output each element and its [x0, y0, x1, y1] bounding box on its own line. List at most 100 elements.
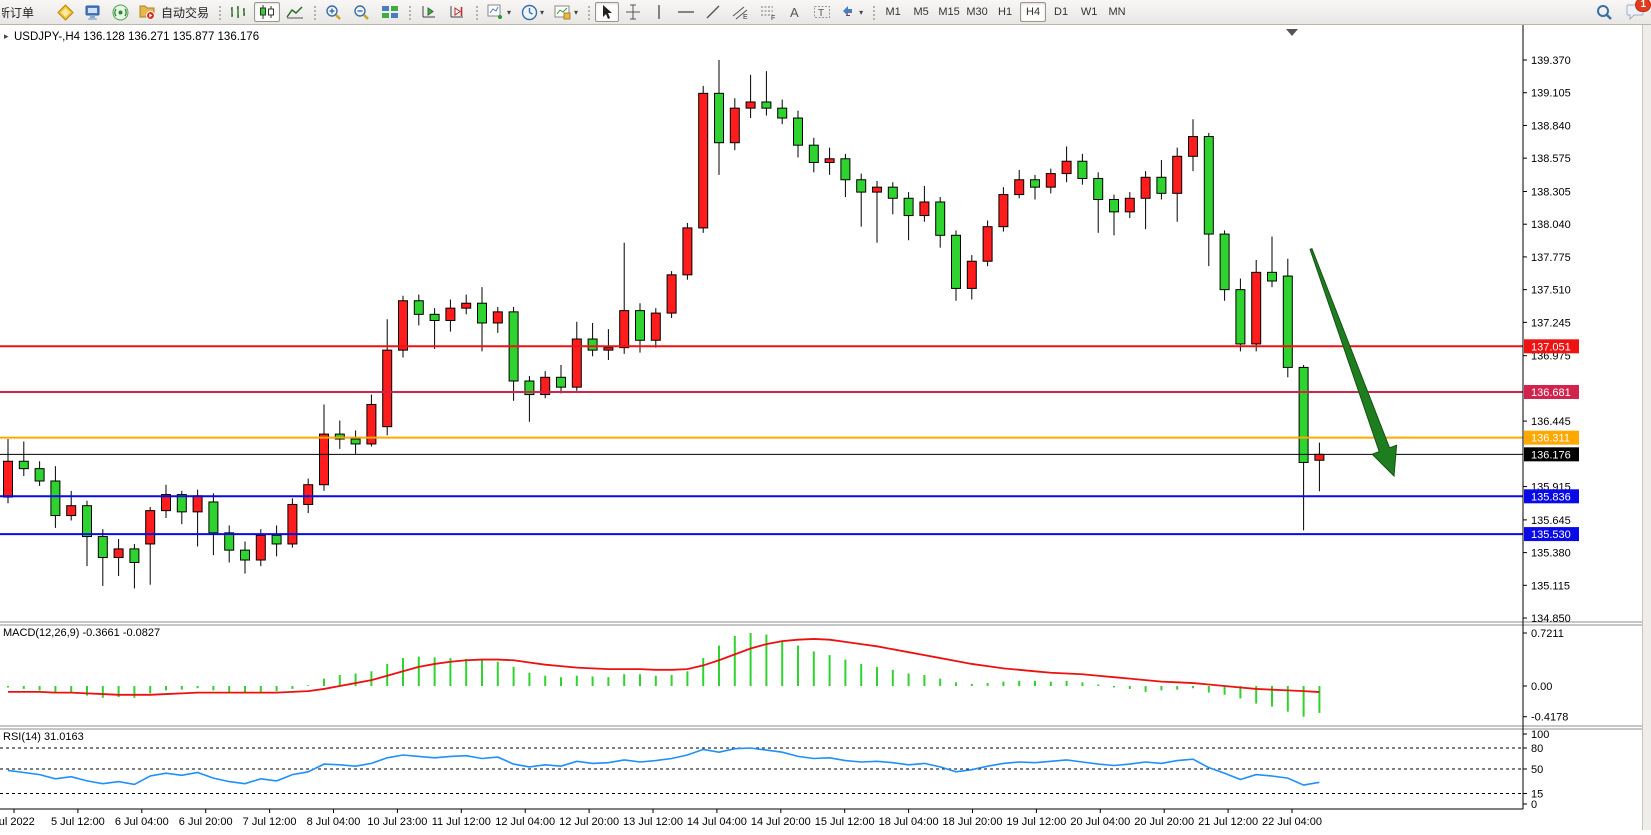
metaeditor-button[interactable] — [80, 2, 106, 22]
auto-scroll-icon — [420, 4, 438, 20]
notification-count-badge: 1 — [1635, 0, 1651, 12]
gold-gem-icon — [57, 4, 74, 21]
auto-trading-label: 自动交易 — [161, 4, 209, 21]
periods-button[interactable]: ▾ — [517, 2, 548, 22]
candle — [1236, 279, 1245, 352]
timeframe-h1[interactable]: H1 — [992, 2, 1018, 22]
toolbar-grip[interactable] — [217, 4, 222, 20]
text-button[interactable]: A — [783, 2, 807, 22]
candlestick-chart-button[interactable] — [254, 2, 280, 22]
drawing-tools-group: E F A T ▾ — [594, 0, 868, 24]
arrows-button[interactable]: ▾ — [837, 2, 867, 22]
trendline-button[interactable] — [701, 2, 725, 22]
crosshair-button[interactable] — [621, 2, 645, 22]
time-tick-label: 12 Jul 20:00 — [559, 816, 619, 828]
dropdown-arrow-icon: ▾ — [859, 8, 863, 17]
candle — [683, 223, 692, 280]
symbol-marker-icon: ▸ — [4, 31, 9, 41]
time-tick-label: 22 Jul 04:00 — [1262, 816, 1322, 828]
toolbar-grip[interactable] — [407, 4, 412, 20]
fibonacci-icon: F — [759, 4, 777, 20]
time-tick-label: 21 Jul 12:00 — [1198, 816, 1258, 828]
tile-windows-button[interactable] — [377, 2, 403, 22]
text-label-button[interactable]: T — [809, 2, 835, 22]
price-badge-label: 137.051 — [1531, 341, 1571, 353]
horizontal-line-button[interactable] — [673, 2, 699, 22]
chart-shift-button[interactable] — [444, 2, 470, 22]
price-tick-label: 134.850 — [1531, 613, 1571, 625]
vertical-line-button[interactable] — [647, 2, 671, 22]
text-icon: A — [788, 4, 802, 20]
candle — [667, 271, 676, 318]
text-label-icon: T — [813, 4, 831, 20]
market-button[interactable] — [53, 2, 78, 22]
line-chart-button[interactable] — [282, 2, 308, 22]
time-tick-label: 12 Jul 04:00 — [495, 816, 555, 828]
timeframe-m30[interactable]: M30 — [964, 2, 990, 22]
search-button[interactable] — [1591, 2, 1617, 22]
fibonacci-button[interactable]: F — [755, 2, 781, 22]
signals-button[interactable] — [108, 2, 133, 22]
notifications-button[interactable]: 1 — [1626, 2, 1645, 23]
indicators-button[interactable]: ▾ — [483, 2, 515, 22]
new-order-label: 新订单 — [1, 4, 34, 21]
window-edge-strip — [1642, 24, 1651, 830]
cursor-button[interactable] — [595, 2, 619, 22]
candle — [399, 296, 408, 358]
templates-button[interactable]: ▾ — [550, 2, 582, 22]
computer-icon — [84, 4, 102, 21]
new-order-button[interactable]: 新订单 — [1, 2, 51, 22]
dropdown-arrow-icon: ▾ — [507, 8, 511, 17]
toolbar-grip[interactable] — [312, 4, 317, 20]
tile-windows-icon — [381, 4, 399, 20]
toolbar-grip[interactable] — [474, 4, 479, 20]
insert-group: ▾ ▾ ▾ — [482, 0, 583, 24]
macd-axis-label: 0.7211 — [1531, 628, 1564, 640]
price-badge-label: 136.311 — [1531, 433, 1570, 445]
timeframe-d1[interactable]: D1 — [1048, 2, 1074, 22]
price-tick-label: 135.645 — [1531, 515, 1571, 527]
time-tick-label: 19 Jul 12:00 — [1006, 816, 1066, 828]
toolbar-grip[interactable] — [871, 4, 876, 20]
timeframe-w1[interactable]: W1 — [1076, 2, 1102, 22]
candlestick-icon — [258, 4, 276, 20]
channel-button[interactable]: E — [727, 2, 753, 22]
horizontal-line-icon — [677, 7, 695, 17]
price-tick-label: 138.575 — [1531, 153, 1571, 165]
dropdown-arrow-icon: ▾ — [540, 8, 544, 17]
svg-text:T: T — [818, 8, 824, 19]
timeframe-m15[interactable]: M15 — [936, 2, 962, 22]
auto-scroll-button[interactable] — [416, 2, 442, 22]
price-badge-label: 136.176 — [1531, 449, 1571, 461]
timeframe-h4[interactable]: H4 — [1020, 2, 1046, 22]
candle — [1252, 260, 1261, 351]
bar-chart-button[interactable] — [226, 2, 252, 22]
zoom-in-button[interactable] — [321, 2, 347, 22]
time-tick-label: 18 Jul 04:00 — [879, 816, 939, 828]
svg-text:A: A — [790, 5, 799, 20]
time-tick-label: 6 Jul 20:00 — [179, 816, 233, 828]
candle — [288, 498, 297, 547]
zoom-out-button[interactable] — [349, 2, 375, 22]
template-icon — [554, 4, 572, 20]
indicators-icon — [487, 4, 505, 20]
scroll-group — [415, 0, 471, 24]
toolbar-grip[interactable] — [586, 4, 591, 20]
price-tick-label: 137.510 — [1531, 285, 1571, 297]
timeframe-m5[interactable]: M5 — [908, 2, 934, 22]
macd-label: MACD(12,26,9) -0.3661 -0.0827 — [3, 627, 160, 639]
price-badge-label: 135.836 — [1531, 491, 1571, 503]
clock-icon — [521, 4, 538, 21]
price-tick-label: 135.380 — [1531, 548, 1571, 560]
price-badge-label: 135.530 — [1531, 529, 1571, 541]
auto-trading-button[interactable]: 自动交易 — [135, 2, 213, 22]
symbol-ohlc-label: USDJPY-,H4 136.128 136.271 135.877 136.1… — [14, 31, 259, 43]
timeframe-mn[interactable]: MN — [1104, 2, 1130, 22]
chart-window: MACD(12,26,9) -0.3661 -0.0827RSI(14) 31.… — [0, 0, 1651, 830]
line-chart-icon — [286, 4, 304, 20]
channel-icon: E — [731, 4, 749, 20]
time-tick-label: 20 Jul 04:00 — [1070, 816, 1130, 828]
price-chart-canvas[interactable]: MACD(12,26,9) -0.3661 -0.0827RSI(14) 31.… — [0, 0, 1651, 830]
timeframe-m1[interactable]: M1 — [880, 2, 906, 22]
chart-type-group — [225, 0, 309, 24]
